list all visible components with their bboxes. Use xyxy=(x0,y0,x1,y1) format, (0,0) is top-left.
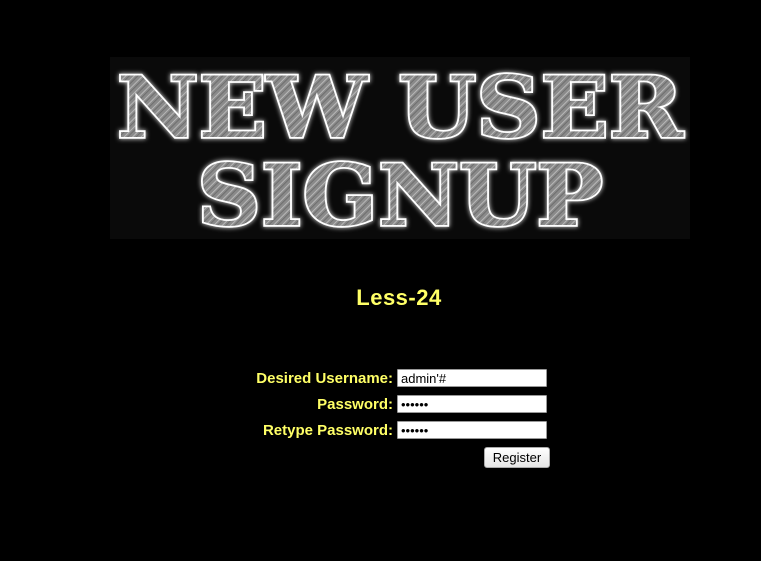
password-label: Password: xyxy=(317,396,393,413)
username-input[interactable] xyxy=(397,369,547,387)
retype-password-row: Retype Password: xyxy=(0,419,761,443)
password-row: Password: xyxy=(0,393,761,417)
username-label: Desired Username: xyxy=(256,370,393,387)
username-row: Desired Username: xyxy=(0,367,761,391)
banner-line-2: SIGNUP xyxy=(197,146,603,239)
password-input[interactable] xyxy=(397,395,547,413)
new-user-signup-banner: NEW USER SIGNUP xyxy=(110,57,690,239)
lesson-title: Less-24 xyxy=(356,285,442,310)
banner-line-1: NEW USER xyxy=(117,58,684,157)
register-button[interactable]: Register xyxy=(484,447,550,468)
retype-password-input[interactable] xyxy=(397,421,547,439)
banner-graphic: NEW USER SIGNUP xyxy=(115,57,686,239)
retype-password-label: Retype Password: xyxy=(262,422,393,439)
